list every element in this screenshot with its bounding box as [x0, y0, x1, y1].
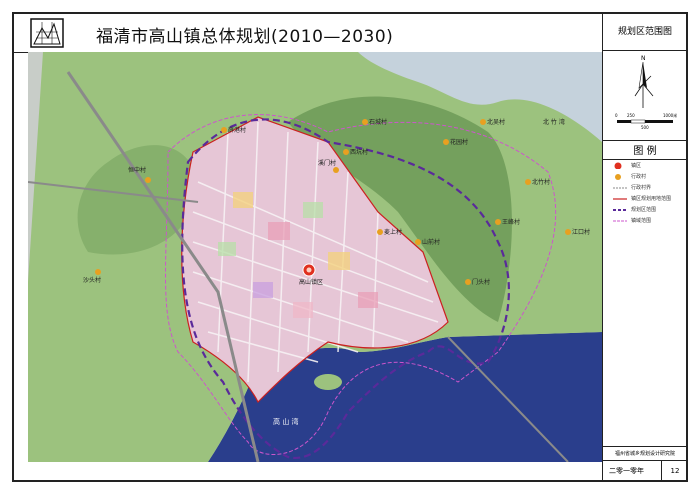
legend-item-town: 镇区 — [613, 161, 687, 171]
svg-text:薛港村: 薛港村 — [228, 126, 246, 134]
town-label: 高山镇区 — [299, 278, 323, 286]
svg-text:N: N — [641, 55, 646, 62]
svg-text:恒中村: 恒中村 — [128, 166, 146, 174]
compass-panel: N 0 250 500 1000米 — [603, 50, 687, 141]
date-row: 二零一零年 12 — [603, 460, 687, 481]
svg-text:山前村: 山前村 — [422, 238, 440, 246]
village-boundary-icon — [613, 187, 627, 189]
scale-label-500: 500 — [641, 125, 649, 130]
town-center-icon — [614, 162, 622, 169]
drawing-title: 规划区范围图 — [603, 14, 687, 51]
legend-item-planning-area: 规划区范围 — [613, 205, 687, 215]
legend-item-planning-land: 镇区规划用地范围 — [613, 194, 687, 204]
title-bar: 福清市高山镇总体规划(2010—2030) — [14, 14, 602, 53]
sidebar-panel: 规划区范围图 N 0 250 500 1000米 图 例 镇区 行政村 行政村界… — [602, 14, 687, 481]
legend: 图 例 镇区 行政村 行政村界 镇区规划用地范围 规划区范围 镇域范围 — [603, 140, 687, 227]
planning-area-boundary-icon — [613, 209, 627, 211]
svg-text:溪门村: 溪门村 — [318, 159, 336, 167]
svg-text:王峰村: 王峰村 — [502, 218, 520, 226]
scale-label-1000: 1000米 — [663, 113, 678, 118]
legend-title: 图 例 — [603, 142, 687, 160]
svg-text:北吴村: 北吴村 — [487, 118, 505, 126]
page-number: 12 — [661, 461, 688, 481]
village-icon — [615, 174, 621, 180]
svg-text:门头村: 门头村 — [472, 278, 490, 286]
svg-text:江口村: 江口村 — [572, 228, 590, 236]
svg-text:石城村: 石城村 — [369, 118, 387, 126]
town-center-marker — [302, 263, 316, 277]
legend-item-village-boundary: 行政村界 — [613, 183, 687, 193]
bay-label: 高 山 湾 — [273, 417, 298, 426]
drawing-date: 二零一零年 — [609, 467, 644, 475]
legend-item-village: 行政村 — [613, 172, 687, 182]
north-sea-label: 北 竹 湾 — [543, 118, 565, 126]
planning-map: 高山镇区 高 山 湾 北 竹 湾 薛港村 恒中村 石城村 西坑村 溪门村 花园村… — [28, 52, 602, 462]
organization-name: 福州省城乡规划设计研究院 — [603, 446, 687, 461]
svg-text:西坑村: 西坑村 — [350, 148, 368, 156]
scale-label-0: 0 — [615, 113, 618, 118]
township-boundary-icon — [613, 220, 627, 222]
page-title: 福清市高山镇总体规划(2010—2030) — [96, 27, 394, 47]
svg-text:花园村: 花园村 — [450, 138, 468, 146]
scale-label-250: 250 — [627, 113, 635, 118]
svg-text:麦上村: 麦上村 — [384, 228, 402, 236]
legend-item-township: 镇域范围 — [613, 216, 687, 226]
planning-land-boundary-icon — [613, 198, 627, 200]
logo-icon — [30, 18, 64, 48]
svg-text:沙头村: 沙头村 — [83, 276, 101, 284]
svg-text:北竹村: 北竹村 — [532, 178, 550, 186]
